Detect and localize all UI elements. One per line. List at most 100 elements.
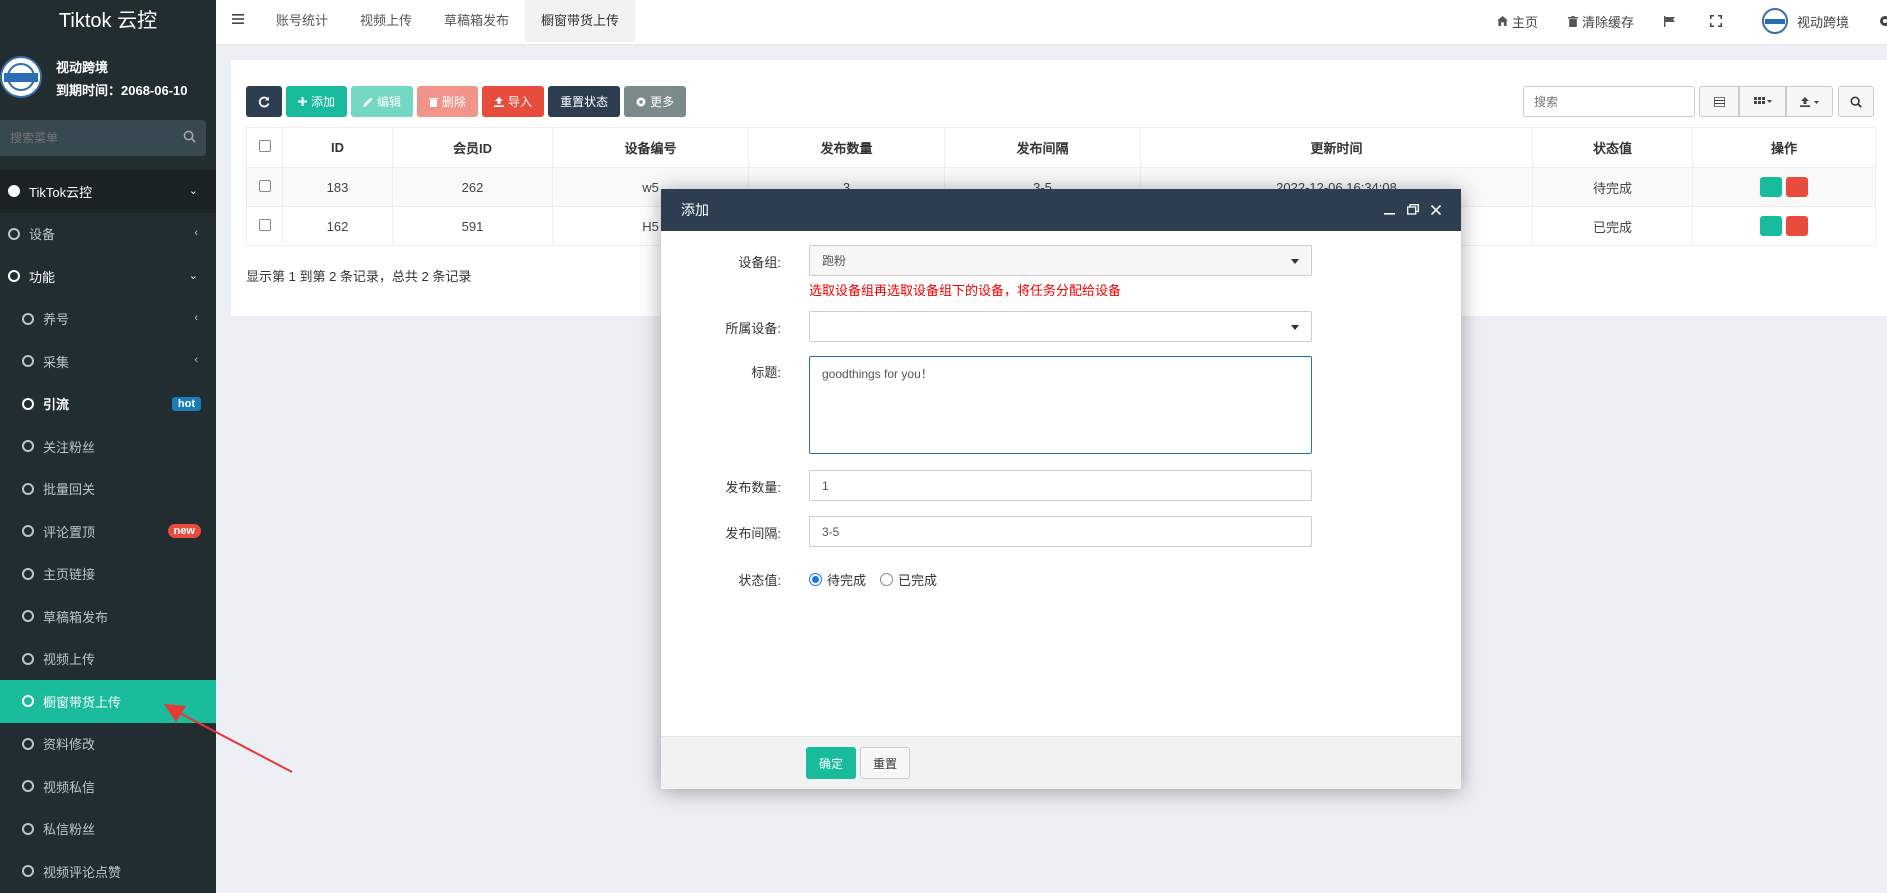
add-dialog: 添加 设备组: 跑粉 选取设备组再选取设备组下的设备，将任务分配给设备 所属设备… [661,189,1461,789]
new-badge: new [167,524,201,538]
toolbar: 添加 编辑 删除 导入 重置状态 更多 [246,86,690,117]
menu-toggle-icon[interactable] [232,13,244,28]
export-toggle[interactable] [1786,86,1833,117]
add-button[interactable]: 添加 [286,86,348,117]
select-all-checkbox[interactable] [258,140,271,152]
edit-button[interactable]: 编辑 [351,86,414,117]
circle-icon [22,312,34,325]
clear-cache-link[interactable]: 清除缓存 [1567,12,1634,31]
row-edit-button[interactable] [1760,216,1782,236]
col-status[interactable]: 状态值 [1532,127,1693,168]
card-view-toggle[interactable] [1699,86,1739,117]
refresh-button[interactable] [246,86,282,117]
search-button[interactable] [1838,86,1874,117]
sidebar-item-batch-follow-back[interactable]: 批量回关 [0,468,216,511]
group-select[interactable]: 跑粉 [809,245,1312,276]
circle-icon [22,567,34,580]
user-expire: 到期时间：2068-06-10 [56,83,188,98]
search-icon[interactable] [183,130,196,146]
topbar: 账号统计 视频上传 草稿箱发布 橱窗带货上传 主页 清除缓存 视动跨境 [216,0,1887,45]
home-icon [1496,16,1508,26]
import-button[interactable]: 导入 [482,86,545,117]
interval-input[interactable]: 3-5 [809,516,1312,547]
list-icon [1713,96,1725,107]
sidebar-item-device[interactable]: 设备 ‹ [0,213,216,256]
reset-status-button[interactable]: 重置状态 [548,86,621,117]
sidebar-item-dm-fans[interactable]: 私信粉丝 [0,808,216,851]
row-edit-button[interactable] [1760,177,1782,197]
col-device-no[interactable]: 设备编号 [552,127,749,168]
sidebar-item-nurture[interactable]: 养号 ‹ [0,298,216,341]
row-delete-button[interactable] [1786,216,1808,236]
status-label: 状态值: [738,573,781,588]
columns-toggle[interactable] [1739,86,1786,117]
dialog-header: 添加 [661,189,1461,231]
sidebar-item-video-upload[interactable]: 视频上传 [0,638,216,681]
caret-down-icon [1291,259,1299,264]
sidebar-search-input[interactable] [0,120,170,156]
tab-video-upload[interactable]: 视频上传 [344,0,428,42]
pencil-icon [363,97,373,107]
col-member-id[interactable]: 会员ID [392,127,553,168]
status-pending-radio[interactable]: 待完成 [809,570,866,589]
more-button[interactable]: 更多 [624,86,687,117]
delete-button[interactable]: 删除 [417,86,479,117]
home-link[interactable]: 主页 [1496,12,1538,31]
title-textarea[interactable]: goodthings for you！ [809,356,1312,454]
circle-icon [22,737,34,750]
sidebar-item-function[interactable]: 功能 ⌄ [0,255,216,298]
chevron-down-icon: ⌄ [188,185,198,197]
annotation-arrow [164,704,293,773]
col-count[interactable]: 发布数量 [748,127,945,168]
avatar [0,56,42,98]
status-done-radio[interactable]: 已完成 [880,570,937,589]
gear-icon[interactable] [1877,15,1887,27]
maximize-icon[interactable] [1407,189,1419,231]
device-select[interactable] [809,311,1312,342]
cell-member-id: 262 [392,167,553,207]
export-icon [1799,96,1819,107]
chevron-left-icon: ‹ [194,226,198,239]
group-hint: 选取设备组再选取设备组下的设备，将任务分配给设备 [809,283,1122,298]
table-search-input[interactable] [1523,86,1695,117]
col-id[interactable]: ID [282,127,393,168]
circle-icon [8,185,20,198]
close-icon[interactable] [1430,189,1442,231]
table-view-controls [1699,86,1833,117]
select-all-cell [246,127,283,168]
row-checkbox[interactable] [258,218,271,231]
sidebar-item-collect[interactable]: 采集 ‹ [0,340,216,383]
search-icon [1850,96,1862,108]
circle-icon [22,695,34,708]
sidebar-item-follow-fans[interactable]: 关注粉丝 [0,425,216,468]
sidebar-item-comment-pin[interactable]: 评论置顶 new [0,510,216,553]
count-input[interactable]: 1 [809,470,1312,501]
row-checkbox[interactable] [258,179,271,192]
tab-draft-publish[interactable]: 草稿箱发布 [428,0,525,42]
avatar [1761,8,1788,34]
sidebar-item-traffic[interactable]: 引流 hot [0,383,216,426]
sidebar-item-video-comment-like[interactable]: 视频评论点赞 [0,850,216,893]
tab-showcase-upload[interactable]: 橱窗带货上传 [525,0,636,42]
confirm-button[interactable]: 确定 [806,747,856,779]
chevron-down-icon: ⌄ [188,270,198,282]
sidebar-item-draft-publish[interactable]: 草稿箱发布 [0,595,216,638]
sidebar-item-homepage-link[interactable]: 主页链接 [0,553,216,596]
minimize-icon[interactable] [1384,189,1395,231]
col-update-time[interactable]: 更新时间 [1140,127,1533,168]
tab-account-stats[interactable]: 账号统计 [260,0,344,42]
tab-bar: 账号统计 视频上传 草稿箱发布 橱窗带货上传 [260,0,636,42]
gear-icon [636,97,646,106]
group-label: 设备组: [738,255,781,270]
row-delete-button[interactable] [1786,177,1808,197]
chevron-left-icon: ‹ [194,354,198,366]
user-menu[interactable]: 视动跨境 [1761,8,1849,34]
sidebar-search [0,120,206,156]
circle-icon [22,525,34,538]
reset-button[interactable]: 重置 [860,747,910,779]
fullscreen-icon[interactable] [1709,15,1726,27]
sidebar-item-tiktok[interactable]: TikTok云控 ⌄ [0,170,216,213]
language-icon[interactable] [1663,15,1680,27]
col-interval[interactable]: 发布间隔 [944,127,1141,168]
cell-status: 待完成 [1532,167,1693,207]
